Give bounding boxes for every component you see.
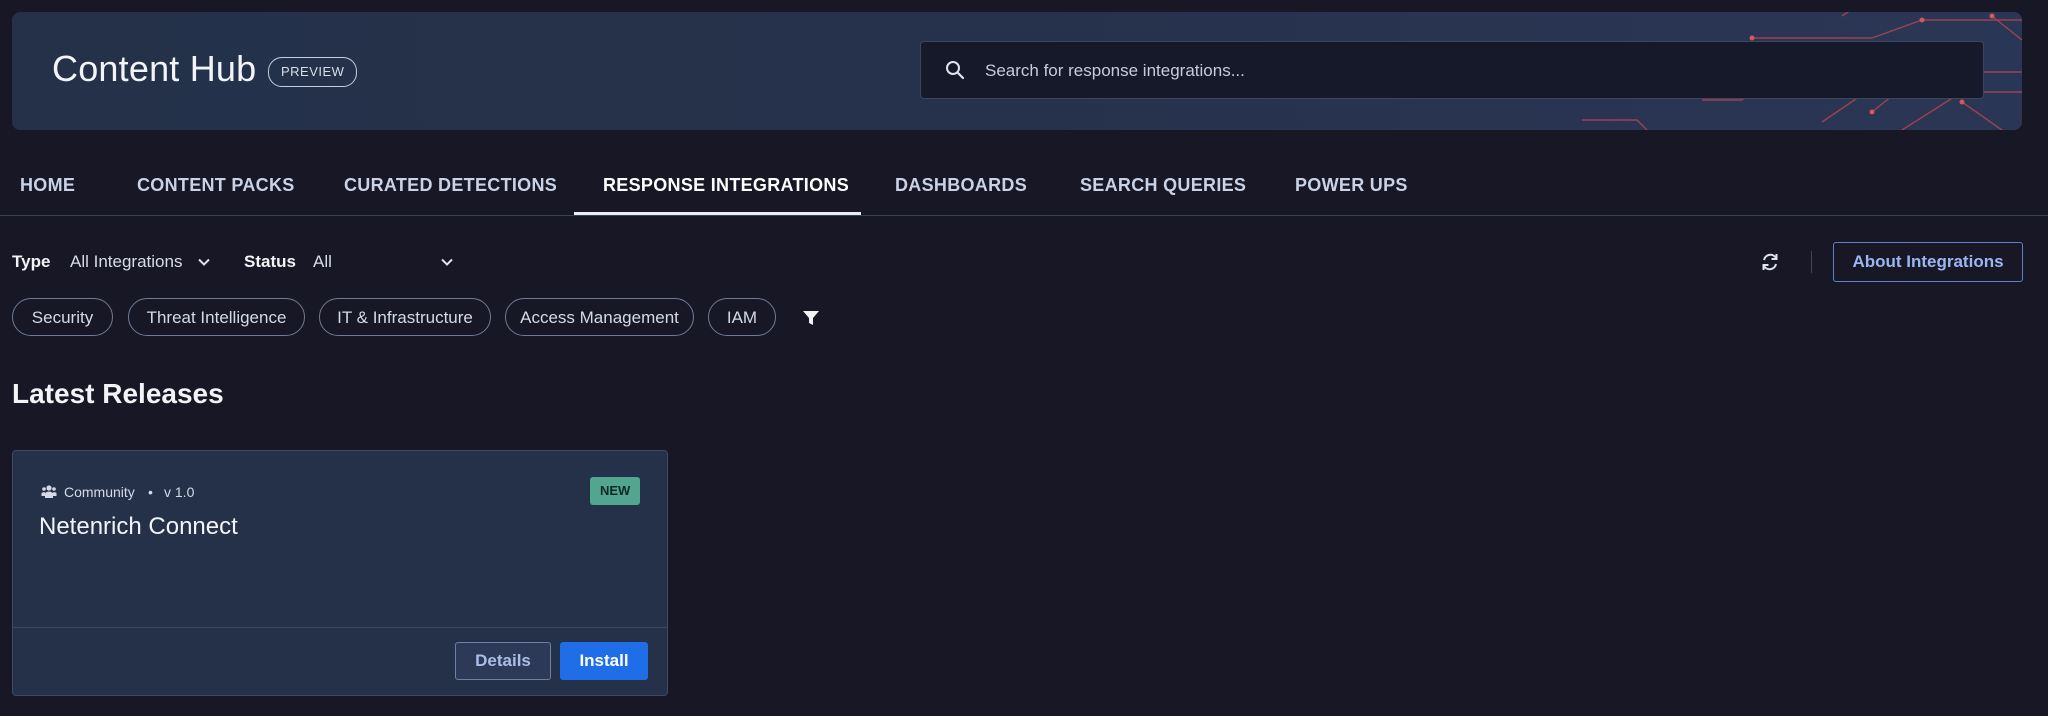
chip-security[interactable]: Security [12, 298, 113, 336]
active-tab-indicator [574, 212, 861, 215]
chip-it-infrastructure[interactable]: IT & Infrastructure [319, 298, 491, 336]
search-input[interactable] [983, 42, 1947, 100]
search-box[interactable] [920, 41, 1984, 100]
filter-icon[interactable] [802, 309, 820, 327]
tab-dashboards[interactable]: DASHBOARDS [895, 155, 1027, 214]
community-icon [41, 485, 57, 498]
type-filter-select[interactable]: All Integrations [70, 252, 182, 272]
chip-iam[interactable]: IAM [708, 298, 776, 336]
status-filter-select[interactable]: All [313, 252, 332, 272]
integration-card[interactable]: Community • v 1.0 NEW Netenrich Connect … [12, 450, 668, 696]
preview-badge: PREVIEW [268, 57, 358, 87]
section-title: Latest Releases [12, 378, 224, 409]
main-tabs: HOME CONTENT PACKS CURATED DETECTIONS RE… [0, 155, 2048, 216]
tab-power-ups[interactable]: POWER UPS [1295, 155, 1408, 214]
toolbar-divider [1811, 251, 1812, 273]
meta-separator: • [148, 484, 153, 500]
page-title: Content Hub [52, 48, 257, 89]
type-filter-label: Type [12, 252, 51, 271]
new-badge: NEW [590, 477, 641, 505]
search-icon [946, 61, 965, 80]
chevron-down-icon[interactable] [439, 254, 455, 270]
tab-home[interactable]: HOME [20, 155, 75, 214]
tab-response-integrations[interactable]: RESPONSE INTEGRATIONS [603, 155, 849, 214]
card-divider [13, 627, 667, 628]
refresh-icon[interactable] [1760, 252, 1780, 272]
status-filter-label: Status [244, 252, 296, 271]
header-banner: Content Hub PREVIEW [12, 12, 2022, 130]
chip-threat-intelligence[interactable]: Threat Intelligence [128, 298, 305, 336]
card-source: Community [64, 484, 135, 500]
install-button[interactable]: Install [560, 642, 648, 680]
details-button[interactable]: Details [455, 642, 551, 680]
chevron-down-icon[interactable] [196, 254, 212, 270]
tab-content-packs[interactable]: CONTENT PACKS [137, 155, 295, 214]
about-integrations-button[interactable]: About Integrations [1833, 242, 2023, 282]
tab-search-queries[interactable]: SEARCH QUERIES [1080, 155, 1246, 214]
chip-access-management[interactable]: Access Management [505, 298, 694, 336]
tab-curated-detections[interactable]: CURATED DETECTIONS [344, 155, 557, 214]
card-version: v 1.0 [164, 484, 195, 500]
card-title: Netenrich Connect [39, 513, 238, 540]
